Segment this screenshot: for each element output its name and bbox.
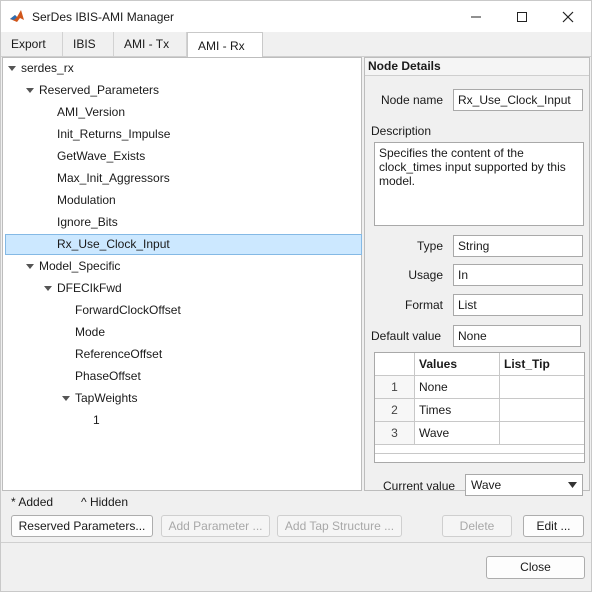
table-cell-value[interactable]: Wave [415,422,500,445]
legend-hidden: ^ Hidden [81,495,128,509]
tree-node-dfeclkfwd[interactable]: DFECIkFwd [57,278,122,298]
row-number: 1 [375,376,415,399]
delete-button[interactable]: Delete [442,515,512,537]
expand-caret-icon[interactable] [26,264,34,269]
current-value-dropdown[interactable]: Wave [465,474,583,496]
reserved-parameters-button[interactable]: Reserved Parameters... [11,515,153,537]
row-number: 2 [375,399,415,422]
tree-node-root[interactable]: serdes_rx [21,58,74,78]
table-corner [375,353,415,376]
usage-label: Usage [408,268,443,282]
tab-label: Export [11,37,46,51]
parameter-tree[interactable]: serdes_rx Reserved_Parameters AMI_Versio… [2,57,362,491]
tab-ibis[interactable]: IBIS [63,32,114,56]
chevron-down-icon [568,482,577,488]
tree-node-max-init-aggressors[interactable]: Max_Init_Aggressors [57,168,170,188]
format-label: Format [404,298,443,312]
panel-title: Node Details [365,58,589,76]
tree-node-rx-use-clock-input[interactable]: Rx_Use_Clock_Input [57,234,170,254]
column-header-list-tip[interactable]: List_Tip [500,353,584,376]
current-value-text: Wave [471,478,502,492]
tab-label: AMI - Rx [198,38,245,53]
add-parameter-button[interactable]: Add Parameter ... [161,515,270,537]
matlab-logo-icon [9,8,25,24]
default-value-label: Default value [371,329,442,343]
tab-export[interactable]: Export [1,32,63,56]
tab-label: AMI - Tx [124,37,170,51]
type-field[interactable]: String [453,235,583,257]
expand-caret-icon[interactable] [62,396,70,401]
tree-node-tapweights[interactable]: TapWeights [75,388,137,408]
tree-node-reference-offset[interactable]: ReferenceOffset [75,344,162,364]
legend-added: * Added [11,495,54,509]
tree-node-phase-offset[interactable]: PhaseOffset [75,366,141,386]
tree-node-getwave-exists[interactable]: GetWave_Exists [57,146,145,166]
node-name-label: Node name [380,93,443,107]
maximize-button[interactable] [499,1,545,32]
close-window-button[interactable] [545,1,591,32]
tree-node-mode[interactable]: Mode [75,322,105,342]
maximize-icon [517,11,527,22]
type-label: Type [416,239,443,253]
tree-node-reserved-parameters[interactable]: Reserved_Parameters [39,80,159,100]
tree-node-tap-1[interactable]: 1 [93,410,100,430]
title-bar: SerDes IBIS-AMI Manager [1,1,591,32]
app-window: SerDes IBIS-AMI Manager Export IBIS AMI … [0,0,592,592]
tab-ami-tx[interactable]: AMI - Tx [114,32,187,56]
description-label: Description [371,124,432,138]
table-cell-value[interactable]: None [415,376,500,399]
table-filler [375,445,584,454]
footer-divider [1,542,591,543]
values-table[interactable]: Values List_Tip 1 None 2 Times 3 Wave [374,352,585,463]
tree-node-model-specific[interactable]: Model_Specific [39,256,120,276]
table-cell-tip[interactable] [500,376,584,399]
window-title: SerDes IBIS-AMI Manager [32,10,175,24]
expand-caret-icon[interactable] [26,88,34,93]
tree-node-forward-clock-offset[interactable]: ForwardClockOffset [75,300,181,320]
tab-label: IBIS [73,37,96,51]
node-details-panel: Node Details Node name Rx_Use_Clock_Inpu… [364,57,590,496]
tab-ami-rx[interactable]: AMI - Rx [187,32,263,58]
usage-field[interactable]: In [453,264,583,286]
row-number: 3 [375,422,415,445]
table-cell-tip[interactable] [500,399,584,422]
tree-node-modulation[interactable]: Modulation [57,190,116,210]
description-field[interactable]: Specifies the content of the clock_times… [374,142,584,226]
node-name-field[interactable]: Rx_Use_Clock_Input [453,89,583,111]
default-value-field[interactable]: None [453,325,581,347]
expand-caret-icon[interactable] [8,66,16,71]
close-button[interactable]: Close [486,556,585,579]
tab-bar: Export IBIS AMI - Tx AMI - Rx [1,32,591,58]
expand-caret-icon[interactable] [44,286,52,291]
close-icon [562,11,574,22]
tree-node-ignore-bits[interactable]: Ignore_Bits [57,212,118,232]
edit-button[interactable]: Edit ... [523,515,584,537]
tree-node-init-returns-impulse[interactable]: Init_Returns_Impulse [57,124,170,144]
table-cell-value[interactable]: Times [415,399,500,422]
column-header-values[interactable]: Values [415,353,500,376]
table-cell-tip[interactable] [500,422,584,445]
format-field[interactable]: List [453,294,583,316]
minimize-icon [471,16,481,17]
current-value-label: Current value [383,479,456,493]
minimize-button[interactable] [453,1,499,32]
tree-node-ami-version[interactable]: AMI_Version [57,102,125,122]
add-tap-structure-button[interactable]: Add Tap Structure ... [277,515,402,537]
